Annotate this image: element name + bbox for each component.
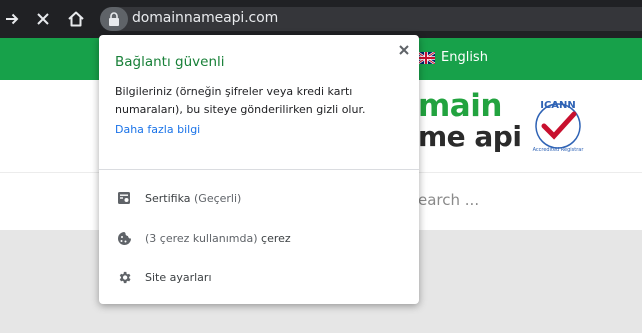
home-icon bbox=[68, 11, 84, 27]
arrow-right-icon bbox=[6, 13, 19, 25]
site-logo-line1[interactable]: main bbox=[418, 88, 502, 124]
address-bar[interactable]: domainnameapi.com bbox=[100, 7, 642, 31]
cookies-count: (3 çerez kullanımda) bbox=[145, 231, 258, 245]
popup-title: Bağlantı güvenli bbox=[115, 54, 225, 70]
cookie-icon bbox=[115, 229, 133, 247]
icann-top-text: ICANN bbox=[540, 100, 576, 111]
browser-toolbar: domainnameapi.com bbox=[0, 0, 642, 38]
lock-icon bbox=[109, 12, 119, 26]
cookies-label: (3 çerez kullanımda) çerez bbox=[145, 232, 291, 245]
uk-flag-icon bbox=[417, 51, 435, 64]
learn-more-link[interactable]: Daha fazla bilgi bbox=[115, 123, 200, 136]
icann-badge-icon: ICANN Accredited Registrar bbox=[533, 100, 585, 153]
close-icon bbox=[37, 13, 49, 25]
site-logo-line2[interactable]: me api bbox=[418, 120, 522, 153]
site-settings-item[interactable]: Site ayarları bbox=[99, 261, 419, 293]
certificate-item[interactable]: Sertifika (Geçerli) bbox=[99, 182, 419, 214]
gear-icon bbox=[115, 268, 133, 286]
popup-close-button[interactable] bbox=[395, 41, 413, 59]
forward-button[interactable] bbox=[2, 9, 22, 29]
certificate-icon bbox=[115, 189, 133, 207]
stop-button[interactable] bbox=[33, 9, 53, 29]
site-info-popup: Bağlantı güvenli Bilgileriniz (örneğin ş… bbox=[99, 35, 419, 304]
certificate-text: Sertifika bbox=[145, 191, 191, 205]
language-label: English bbox=[441, 50, 488, 65]
popup-description: Bilgileriniz (örneğin şifreler veya kred… bbox=[115, 85, 366, 116]
language-selector[interactable]: English bbox=[417, 50, 488, 65]
url-text: domainnameapi.com bbox=[132, 10, 279, 26]
cookies-text: çerez bbox=[261, 231, 291, 245]
certificate-label: Sertifika (Geçerli) bbox=[145, 192, 241, 205]
site-settings-label: Site ayarları bbox=[145, 270, 212, 284]
close-icon bbox=[399, 45, 409, 55]
cookies-item[interactable]: (3 çerez kullanımda) çerez bbox=[99, 222, 419, 254]
home-button[interactable] bbox=[66, 9, 86, 29]
popup-divider bbox=[99, 169, 419, 170]
icann-bottom-text: Accredited Registrar bbox=[533, 147, 585, 153]
site-search-placeholder[interactable]: earch ... bbox=[418, 191, 479, 209]
certificate-status: (Geçerli) bbox=[194, 191, 242, 205]
site-info-button[interactable] bbox=[100, 7, 128, 31]
